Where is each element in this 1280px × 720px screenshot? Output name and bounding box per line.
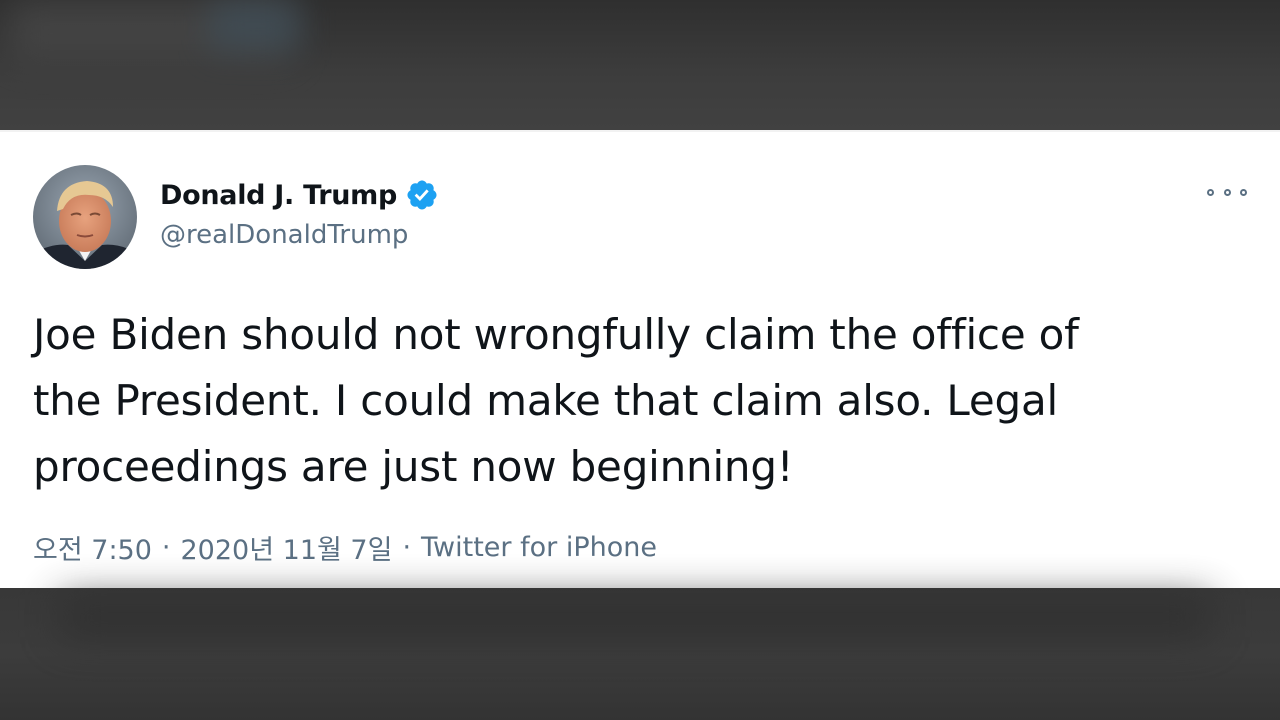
author-display-name[interactable]: Donald J. Trump [160,180,397,211]
more-dot [1240,188,1247,196]
tweet-card: Donald J. Trump @realDonaldTrump Joe Bid… [0,130,1280,588]
avatar-image [33,165,137,269]
background-bottom [0,588,1280,720]
meta-separator: · [161,532,171,563]
tweet-date[interactable]: 2020년 11월 7일 [181,528,393,567]
background-top [0,0,1280,130]
background-blur [210,0,300,50]
more-dot [1207,188,1214,196]
more-options-icon[interactable] [1207,182,1247,202]
tweet-meta: 오전 7:50 · 2020년 11월 7일 · Twitter for iPh… [33,528,657,567]
more-dot [1223,188,1231,196]
author-handle[interactable]: @realDonaldTrump [160,220,408,250]
meta-separator: · [402,532,412,563]
tweet-source[interactable]: Twitter for iPhone [421,532,657,563]
author-name-row: Donald J. Trump [160,178,439,212]
tweet-text: Joe Biden should not wrongfully claim th… [33,310,1079,491]
background-blur [60,598,1210,638]
verified-badge-icon [407,180,437,210]
avatar[interactable] [33,165,137,269]
tweet-time[interactable]: 오전 7:50 [33,528,152,567]
